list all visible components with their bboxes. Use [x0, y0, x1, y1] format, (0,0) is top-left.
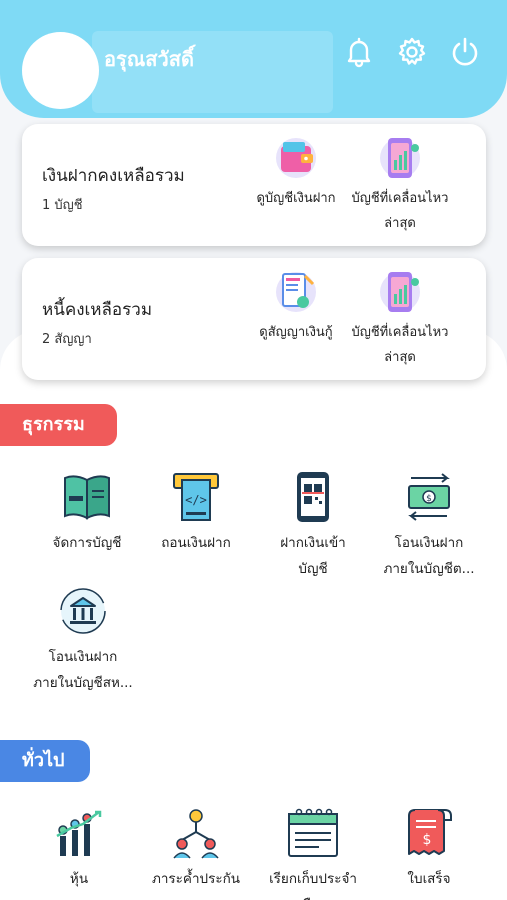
phone-chart-icon — [380, 272, 420, 312]
calendar-bill-icon — [288, 808, 338, 857]
transfer-own-account-button[interactable]: $ โอนเงินฝาก ภายในบัญชีต... — [366, 470, 492, 582]
recent-deposit-activity-button[interactable]: บัญชีที่เคลื่อนไหว ล่าสุด — [340, 134, 460, 236]
transfer-coop-label-2: ภายในบัญชีสห... — [33, 675, 133, 691]
gear-icon[interactable] — [396, 36, 428, 68]
avatar[interactable] — [22, 32, 99, 109]
deposit-label-2: บัญชี — [298, 561, 328, 577]
withdraw-label: ถอนเงินฝาก — [161, 535, 231, 551]
deposit-title: เงินฝากคงเหลือรวม — [42, 166, 185, 186]
loan-summary-card: หนี้คงเหลือรวม 2 สัญญา ดูสัญญาเงินกู้ บั… — [22, 258, 486, 380]
qr-phone-icon — [297, 472, 329, 522]
guarantor-people-icon — [173, 809, 219, 859]
transfer-coop-label-1: โอนเงินฝาก — [48, 649, 118, 665]
atm-withdraw-icon: </> — [173, 473, 219, 521]
loan-count: 2 สัญญา — [42, 332, 92, 347]
view-loan-label: ดูสัญญาเงินกู้ — [259, 325, 333, 340]
view-loan-contracts-button[interactable]: ดูสัญญาเงินกู้ — [236, 268, 356, 345]
transfer-own-label-2: ภายในบัญชีต... — [383, 561, 475, 577]
receipt-button[interactable]: $ ใบเสร็จ — [366, 806, 492, 892]
shares-label: หุ้น — [69, 871, 89, 887]
view-deposit-accounts-button[interactable]: ดูบัญชีเงินฝาก — [236, 134, 356, 211]
general-section-tag: ทั่วไป — [0, 740, 90, 782]
transfer-coop-account-button[interactable]: โอนเงินฝาก ภายในบัญชีสห... — [20, 584, 146, 696]
transfer-own-label-1: โอนเงินฝาก — [394, 535, 464, 551]
deposit-count: 1 บัญชี — [42, 198, 83, 213]
contract-icon — [276, 272, 316, 312]
svg-text:</>: </> — [185, 493, 207, 507]
wallet-icon — [276, 138, 316, 178]
recent-loan-activity-button[interactable]: บัญชีที่เคลื่อนไหว ล่าสุด — [340, 268, 460, 370]
recent-activity-label-1: บัญชีที่เคลื่อนไหว — [351, 191, 449, 206]
loan-recent-activity-label-2: ล่าสุด — [384, 350, 416, 365]
withdraw-button[interactable]: </> ถอนเงินฝาก — [133, 470, 259, 556]
deposit-summary-card: เงินฝากคงเหลือรวม 1 บัญชี ดูบัญชีเงินฝาก… — [22, 124, 486, 246]
receipt-icon: $ — [408, 809, 452, 855]
transactions-section-tag: ธุรกรรม — [0, 404, 117, 446]
shares-button[interactable]: หุ้น — [16, 806, 142, 892]
bank-transfer-icon — [60, 588, 106, 634]
monthly-billing-label-1: เรียกเก็บประจำ — [269, 871, 357, 887]
stock-chart-icon — [56, 810, 102, 856]
deposit-label-1: ฝากเงินเข้า — [280, 535, 346, 551]
recent-activity-label-2: ล่าสุด — [384, 216, 416, 231]
money-transfer-icon: $ — [408, 473, 450, 521]
loan-recent-activity-label-1: บัญชีที่เคลื่อนไหว — [351, 325, 449, 340]
account-book-icon — [64, 475, 110, 520]
manage-account-button[interactable]: จัดการบัญชี — [24, 470, 150, 556]
deposit-button[interactable]: ฝากเงินเข้า บัญชี — [250, 470, 376, 582]
power-icon[interactable] — [449, 36, 481, 68]
svg-text:$: $ — [426, 494, 432, 504]
manage-account-label: จัดการบัญชี — [52, 535, 122, 551]
bell-icon[interactable] — [343, 36, 375, 68]
guarantor-label: ภาระค้ำประกัน — [151, 871, 241, 887]
monthly-billing-button[interactable]: เรียกเก็บประจำ เดือน — [250, 806, 376, 900]
guarantor-obligations-button[interactable]: ภาระค้ำประกัน — [133, 806, 259, 892]
monthly-billing-label-2: เดือน — [250, 892, 376, 900]
user-name: อรุณสวัสดิ์ — [104, 47, 194, 71]
view-deposit-label: ดูบัญชีเงินฝาก — [256, 191, 336, 206]
receipt-label: ใบเสร็จ — [407, 871, 451, 887]
phone-chart-icon — [380, 138, 420, 178]
svg-text:$: $ — [423, 832, 432, 848]
loan-title: หนี้คงเหลือรวม — [42, 300, 153, 320]
